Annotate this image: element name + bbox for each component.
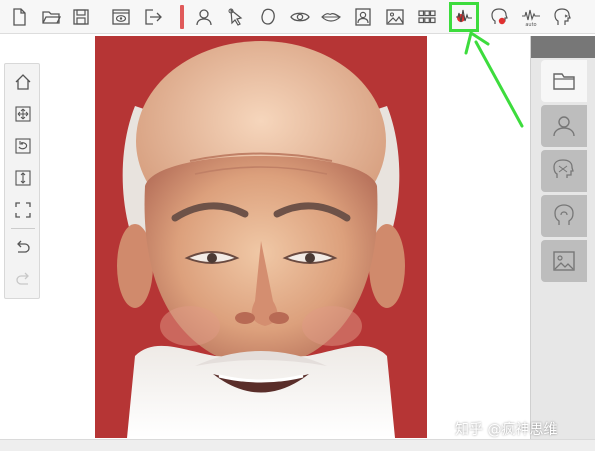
new-file-icon[interactable] [6,4,32,30]
fullscreen-icon[interactable] [11,198,35,222]
auto-wave-icon[interactable]: auto [518,4,544,30]
lips-icon[interactable] [318,4,344,30]
preview-icon[interactable] [108,4,134,30]
status-bar [0,439,595,451]
portrait-photo[interactable] [95,36,427,438]
top-toolbar: auto [0,0,595,34]
grid-icon[interactable] [414,4,440,30]
watermark-text: 知乎 @疯神思维 [455,422,558,438]
landscape-image-tab-icon[interactable] [541,240,587,282]
right-panel [530,36,595,440]
face-shape-icon[interactable] [255,4,281,30]
image-icon[interactable] [382,4,408,30]
portrait-frame-icon[interactable] [350,4,376,30]
open-folder-icon[interactable] [38,4,64,30]
left-toolbar [4,63,40,299]
undo-icon[interactable] [11,236,35,260]
audio-wave-record-icon[interactable] [449,2,479,32]
face-outline-icon[interactable] [191,4,217,30]
face-mesh-tab-icon[interactable] [541,150,587,192]
voice-head-tab-icon[interactable] [541,195,587,237]
head-record-icon[interactable] [486,4,512,30]
eye-icon[interactable] [287,4,313,30]
rotate-icon[interactable] [11,134,35,158]
fit-height-icon[interactable] [11,166,35,190]
move-icon[interactable] [11,102,35,126]
app-window: auto 知乎 @疯神思维 [0,0,595,451]
home-icon[interactable] [11,70,35,94]
pointer-tool-icon[interactable] [223,4,249,30]
head-voice-icon[interactable] [550,4,576,30]
right-panel-header [531,36,595,58]
save-icon[interactable] [68,4,94,30]
redo-icon[interactable] [11,268,35,292]
toolbar-separator [180,5,184,29]
folder-tab-icon[interactable] [541,60,587,102]
left-toolbar-divider [11,228,35,229]
auto-wave-label: auto [525,22,536,27]
export-icon[interactable] [140,4,166,30]
person-tab-icon[interactable] [541,105,587,147]
